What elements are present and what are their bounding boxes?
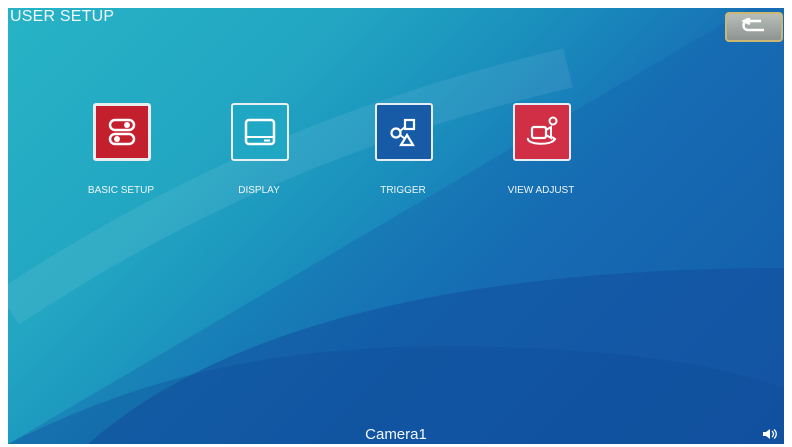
trigger-label: TRIGGER <box>380 185 426 196</box>
basic-setup-label: BASIC SETUP <box>87 185 155 196</box>
camera-rotate-icon <box>527 116 558 145</box>
shapes-icon <box>390 118 416 147</box>
back-button[interactable] <box>725 12 783 42</box>
volume-icon[interactable] <box>762 428 778 440</box>
trigger-tile[interactable]: TRIGGER <box>348 103 458 213</box>
display-label: DISPLAY <box>238 185 280 196</box>
back-arrow-icon <box>741 18 764 32</box>
view-adjust-button[interactable] <box>513 103 571 161</box>
view-adjust-tile[interactable]: VIEW ADJUST <box>486 103 596 213</box>
basic-setup-tile[interactable]: BASIC SETUP <box>66 103 176 213</box>
background-waves <box>8 8 784 444</box>
monitor-icon <box>244 118 276 146</box>
display-tile[interactable]: DISPLAY <box>204 103 314 213</box>
view-adjust-label: VIEW ADJUST <box>507 185 575 196</box>
screen: USER SETUP BASIC SETUP DISPLAY TRIGGER V… <box>8 8 784 444</box>
page-title: USER SETUP <box>10 8 115 25</box>
camera-label: Camera1 <box>365 426 427 443</box>
toggle-switches-icon <box>108 118 136 146</box>
display-button[interactable] <box>231 103 289 161</box>
trigger-button[interactable] <box>375 103 433 161</box>
basic-setup-button[interactable] <box>93 103 151 161</box>
